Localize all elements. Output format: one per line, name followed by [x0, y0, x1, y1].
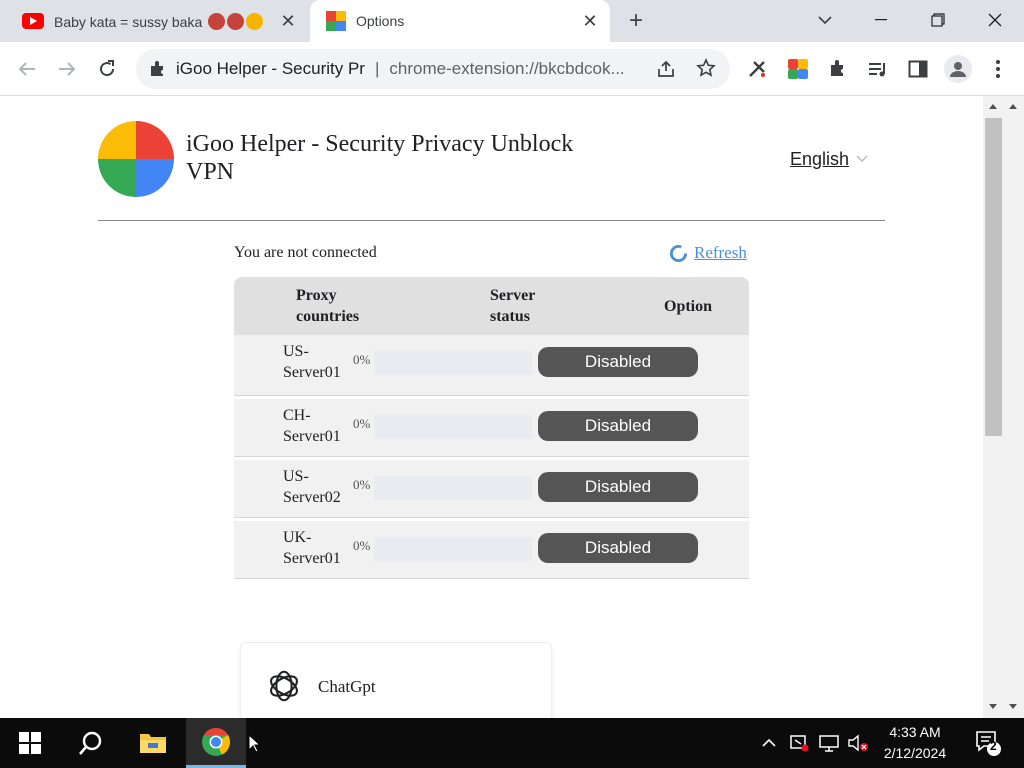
extension-logo-icon — [326, 11, 346, 31]
outer-scroll-down-icon[interactable] — [1008, 703, 1018, 711]
emoji-icon — [208, 12, 226, 30]
mouse-cursor-icon — [246, 718, 262, 768]
server-load-percent: 0% — [353, 352, 371, 367]
outer-scroll-up-icon[interactable] — [1008, 102, 1018, 110]
puzzle-icon — [151, 61, 163, 76]
address-bar[interactable]: iGoo Helper - Security Pr | chrome-exten… — [136, 49, 730, 89]
display-icon[interactable] — [816, 718, 842, 768]
new-tab-button[interactable]: + — [622, 9, 650, 33]
page-title: iGoo Helper - Security Privacy Unblock V… — [186, 131, 574, 185]
back-button[interactable] — [12, 54, 42, 84]
scroll-thumb[interactable] — [985, 118, 1002, 436]
extension-eraser-icon[interactable] — [745, 57, 769, 81]
clock-time: 4:33 AM — [889, 724, 941, 740]
refresh-icon — [669, 244, 688, 262]
bookmark-star-icon[interactable] — [696, 58, 716, 83]
extensions-puzzle-icon[interactable] — [826, 57, 850, 81]
tab-options[interactable]: Options ✕ — [310, 0, 610, 42]
url-text: chrome-extension://bkcbdcok... — [389, 59, 625, 78]
server-load-bar — [374, 351, 532, 375]
column-header-proxy-countries: Proxy countries — [296, 287, 360, 325]
volume-muted-icon[interactable] — [845, 718, 871, 768]
close-tab-icon[interactable]: ✕ — [276, 9, 300, 33]
igoo-logo — [98, 121, 174, 197]
restore-button[interactable] — [909, 0, 967, 40]
server-load-percent: 0% — [353, 477, 371, 492]
refresh-label: Refresh — [694, 243, 747, 262]
tab-title: Options — [356, 13, 405, 29]
profile-avatar-icon[interactable] — [944, 55, 972, 83]
server-load-bar — [374, 415, 532, 439]
windows-logo-icon — [19, 732, 41, 754]
server-name: US-Server01 — [283, 343, 341, 381]
windows-taskbar: 4:33 AM 2/12/2024 2 — [0, 718, 1024, 768]
taskbar-clock[interactable]: 4:33 AM 2/12/2024 — [870, 722, 960, 764]
forward-button[interactable] — [52, 54, 82, 84]
server-name: UK-Server01 — [283, 529, 341, 567]
file-explorer-button[interactable] — [128, 718, 178, 768]
show-hidden-icons-icon[interactable] — [756, 718, 782, 768]
search-button[interactable] — [66, 718, 116, 768]
side-panel-icon[interactable] — [906, 57, 930, 81]
notification-icon — [976, 731, 1001, 756]
server-load-percent: 0% — [353, 416, 371, 431]
network-status-icon[interactable] — [786, 718, 812, 768]
server-load-percent: 0% — [353, 538, 371, 553]
scroll-up-icon[interactable] — [988, 102, 998, 110]
server-toggle-button[interactable]: Disabled — [538, 411, 698, 441]
table-row: US-Server01 0% Disabled — [234, 335, 749, 396]
connection-status: You are not connected — [234, 244, 377, 261]
media-control-icon[interactable] — [866, 57, 890, 81]
table-header: Proxy countries Server status Option — [234, 277, 749, 335]
chatgpt-icon — [270, 670, 298, 702]
emoji-icon — [227, 12, 245, 30]
table-row: UK-Server01 0% Disabled — [234, 518, 749, 579]
tab-youtube[interactable]: Baby kata = sussy baka ✕ — [8, 0, 308, 42]
browser-toolbar: iGoo Helper - Security Pr | chrome-exten… — [0, 42, 1024, 96]
chatgpt-card[interactable]: ChatGpt — [240, 642, 552, 718]
language-select[interactable]: English — [790, 149, 849, 170]
tab-search-icon[interactable] — [796, 0, 854, 40]
refresh-link[interactable]: Refresh — [669, 243, 747, 263]
server-name: US-Server02 — [283, 468, 341, 506]
column-header-server-status: Server status — [490, 287, 536, 325]
table-row: US-Server02 0% Disabled — [234, 457, 749, 518]
column-header-option: Option — [664, 298, 713, 315]
start-button[interactable] — [8, 718, 52, 768]
reload-button[interactable] — [92, 54, 122, 84]
browser-menu-icon[interactable] — [986, 57, 1010, 81]
extension-igoo-icon[interactable] — [786, 57, 810, 81]
header-divider — [98, 220, 885, 221]
chatgpt-label: ChatGpt — [318, 677, 376, 696]
tab-title: Baby kata = sussy baka — [54, 13, 203, 30]
chevron-down-icon[interactable] — [856, 153, 868, 163]
minimize-button[interactable] — [852, 0, 910, 40]
server-name: CH-Server01 — [283, 407, 341, 445]
chrome-icon — [202, 727, 230, 756]
options-page: iGoo Helper - Security Privacy Unblock V… — [0, 96, 983, 718]
site-name: iGoo Helper - Security Pr — [176, 59, 365, 78]
chrome-taskbar-button[interactable] — [186, 718, 246, 768]
server-toggle-button[interactable]: Disabled — [538, 347, 698, 377]
notification-count: 2 — [990, 739, 997, 753]
omnibox-separator: | — [374, 59, 380, 78]
youtube-icon — [22, 13, 44, 29]
page-scrollbar[interactable] — [983, 96, 1024, 718]
folder-icon — [140, 734, 166, 753]
emoji-icon — [246, 12, 264, 30]
clock-date: 2/12/2024 — [883, 745, 947, 761]
notification-center-button[interactable]: 2 — [966, 718, 1010, 768]
search-icon — [79, 731, 102, 755]
table-row: CH-Server01 0% Disabled — [234, 396, 749, 457]
server-toggle-button[interactable]: Disabled — [538, 472, 698, 502]
close-tab-icon[interactable]: ✕ — [578, 9, 602, 33]
tab-strip: Baby kata = sussy baka ✕ Options ✕ + — [0, 0, 1024, 42]
close-window-button[interactable] — [966, 0, 1024, 40]
scroll-down-icon[interactable] — [988, 703, 998, 711]
proxy-table: Proxy countries Server status Option US-… — [234, 277, 749, 579]
server-load-bar — [374, 476, 532, 500]
server-load-bar — [374, 537, 532, 561]
share-icon[interactable] — [656, 59, 676, 84]
server-toggle-button[interactable]: Disabled — [538, 533, 698, 563]
